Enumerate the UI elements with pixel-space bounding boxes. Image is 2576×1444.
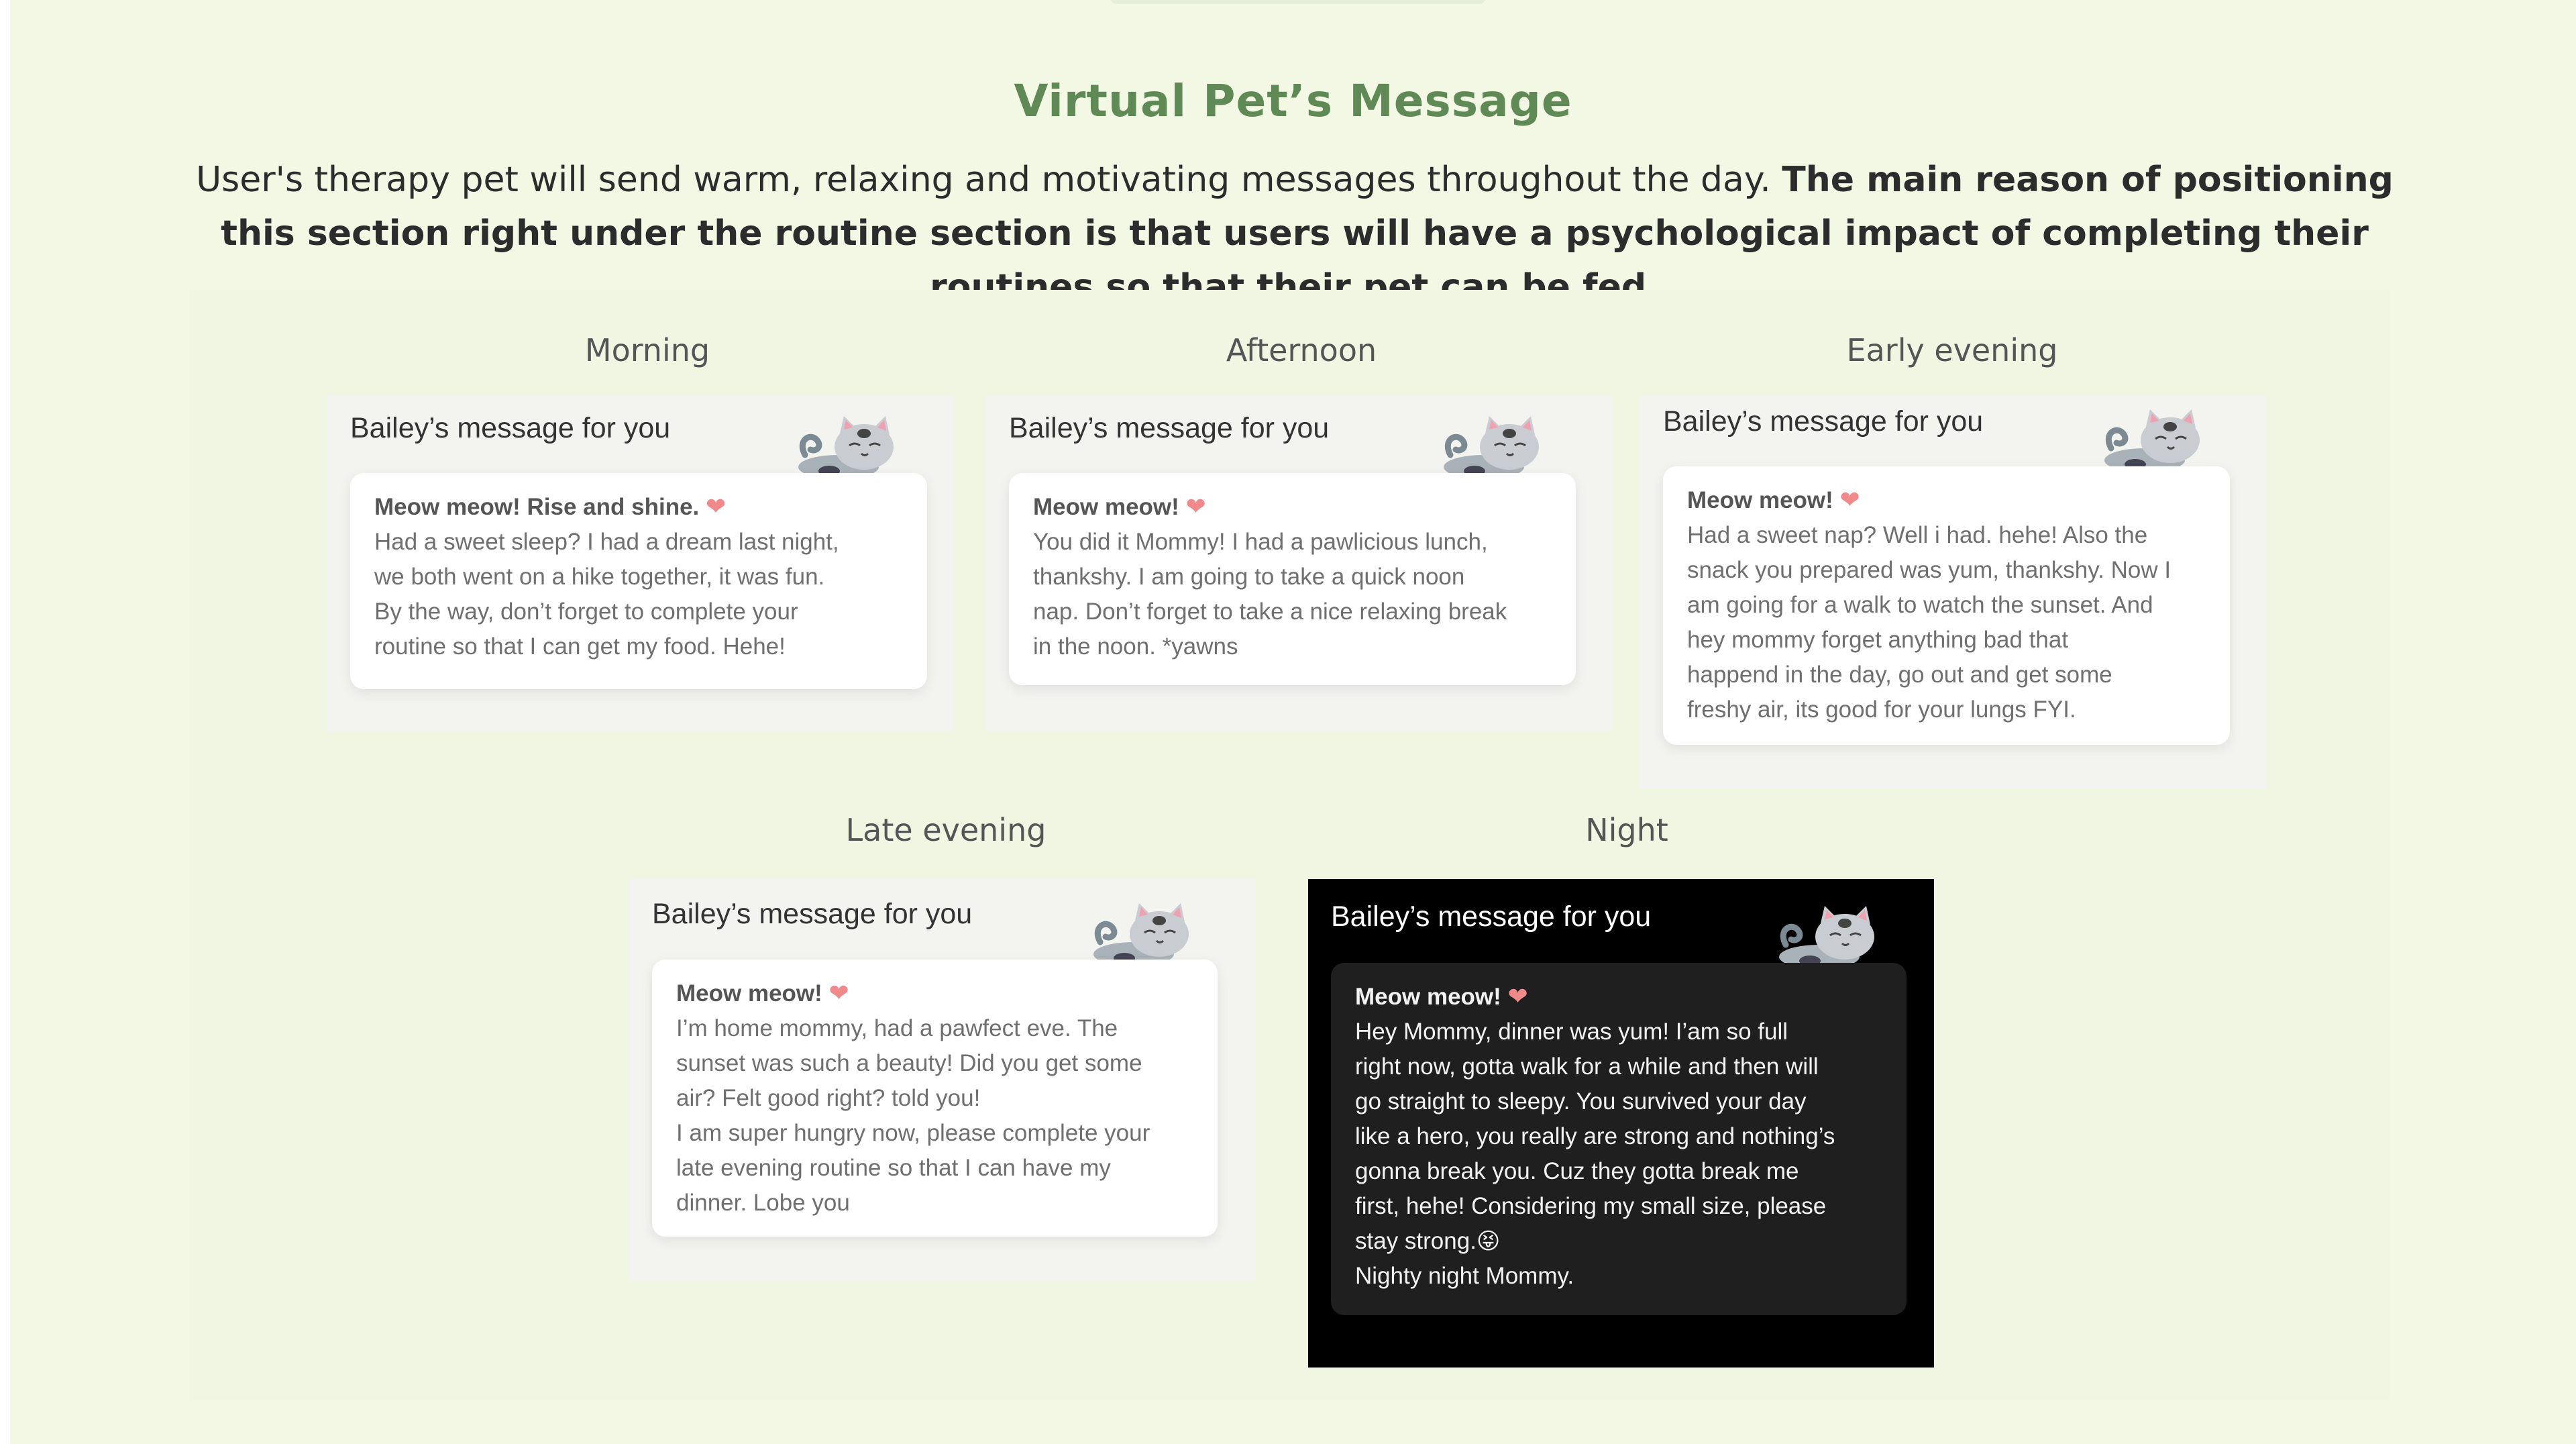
message-card-early-evening: Bailey’s message for you Meow meow! ❤ Ha… bbox=[1640, 396, 2266, 788]
period-label-late-evening: Late evening bbox=[845, 812, 1046, 848]
card-heading: Bailey’s message for you bbox=[1331, 900, 1652, 933]
section-title: Virtual Pet’s Message bbox=[1014, 75, 1572, 127]
sleeping-cat-icon bbox=[798, 416, 894, 475]
message-bubble: Meow meow! ❤ You did it Mommy! I had a p… bbox=[1009, 473, 1576, 685]
heart-icon: ❤ bbox=[1839, 486, 1860, 513]
sleeping-cat-icon bbox=[1093, 903, 1189, 962]
period-label-morning: Morning bbox=[584, 332, 710, 368]
message-card-morning: Bailey’s message for you Meow meow! Rise… bbox=[327, 396, 953, 731]
message-card-late-evening: Bailey’s message for you Meow meow! ❤ I’… bbox=[629, 879, 1255, 1282]
page-background: Virtual Pet’s Message User's therapy pet… bbox=[10, 0, 2576, 1444]
message-body: I’m home mommy, had a pawfect eve. The s… bbox=[676, 1015, 1150, 1216]
intro-regular-text: User's therapy pet will send warm, relax… bbox=[196, 160, 1782, 200]
card-heading: Bailey’s message for you bbox=[350, 412, 671, 444]
heart-icon: ❤ bbox=[1507, 982, 1528, 1010]
message-body: Had a sweet nap? Well i had. hehe! Also … bbox=[1687, 522, 2171, 723]
message-greeting: Meow meow! bbox=[676, 980, 822, 1007]
heart-icon: ❤ bbox=[828, 979, 849, 1007]
message-card-afternoon: Bailey’s message for you Meow meow! ❤ Yo… bbox=[986, 396, 1612, 731]
message-closing: Nighty night Mommy. bbox=[1355, 1263, 1574, 1289]
sleeping-cat-icon bbox=[1779, 906, 1874, 965]
message-bubble: Meow meow! Rise and shine. ❤ Had a sweet… bbox=[350, 473, 927, 689]
card-heading: Bailey’s message for you bbox=[1663, 405, 1984, 437]
sleeping-cat-icon bbox=[2104, 409, 2200, 468]
message-bubble: Meow meow! ❤ Had a sweet nap? Well i had… bbox=[1663, 466, 2230, 745]
message-body: Had a sweet sleep? I had a dream last ni… bbox=[374, 529, 839, 660]
message-body: You did it Mommy! I had a pawlicious lun… bbox=[1033, 529, 1507, 660]
card-heading: Bailey’s message for you bbox=[1009, 412, 1330, 444]
card-heading: Bailey’s message for you bbox=[652, 898, 973, 930]
period-label-early-evening: Early evening bbox=[1846, 332, 2058, 368]
period-label-night: Night bbox=[1585, 812, 1668, 848]
message-greeting: Meow meow! bbox=[1033, 494, 1179, 520]
period-label-afternoon: Afternoon bbox=[1226, 332, 1377, 368]
message-body-text: Hey Mommy, dinner was yum! I’am so full … bbox=[1355, 1019, 1835, 1254]
heart-icon: ❤ bbox=[1185, 493, 1206, 520]
message-card-night: Bailey’s message for you Meow meow! ❤ He… bbox=[1308, 879, 1934, 1368]
heart-icon: ❤ bbox=[706, 493, 727, 520]
message-bubble: Meow meow! ❤ Hey Mommy, dinner was yum! … bbox=[1331, 963, 1907, 1315]
message-greeting: Meow meow! Rise and shine. bbox=[374, 494, 700, 520]
message-body: Hey Mommy, dinner was yum! I’am so full … bbox=[1355, 1015, 1882, 1259]
message-greeting: Meow meow! bbox=[1355, 984, 1501, 1010]
sleeping-cat-icon bbox=[1444, 416, 1539, 475]
top-divider bbox=[1110, 0, 1486, 4]
message-bubble: Meow meow! ❤ I’m home mommy, had a pawfe… bbox=[652, 960, 1218, 1237]
message-greeting: Meow meow! bbox=[1687, 487, 1833, 513]
tongue-out-emoji-icon: 😝 bbox=[1476, 1229, 1501, 1254]
